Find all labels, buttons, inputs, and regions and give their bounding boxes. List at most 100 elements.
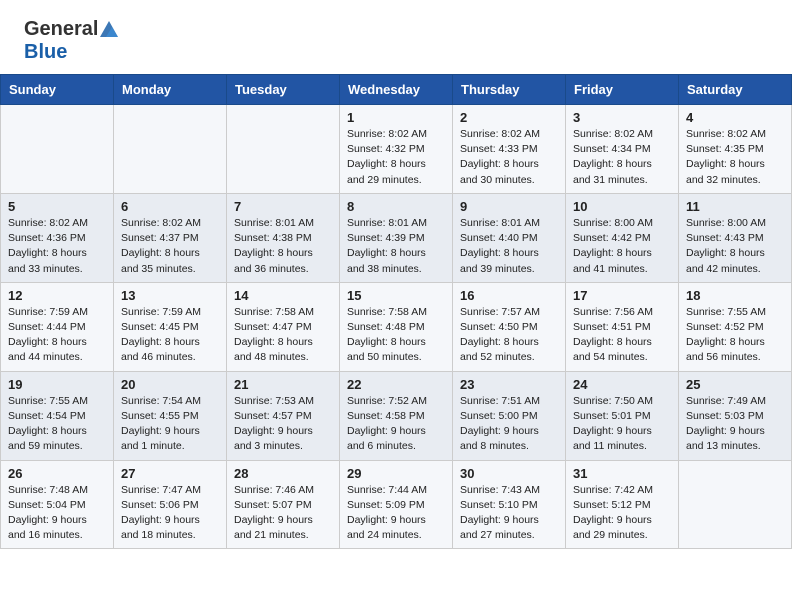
calendar-cell: 23Sunrise: 7:51 AMSunset: 5:00 PMDayligh… bbox=[453, 371, 566, 460]
day-number: 25 bbox=[686, 377, 784, 392]
day-number: 9 bbox=[460, 199, 558, 214]
calendar-cell: 16Sunrise: 7:57 AMSunset: 4:50 PMDayligh… bbox=[453, 282, 566, 371]
day-detail: Sunrise: 8:02 AMSunset: 4:37 PMDaylight:… bbox=[121, 216, 219, 277]
calendar-cell: 6 Sunrise: 8:02 AMSunset: 4:37 PMDaylight… bbox=[114, 193, 227, 282]
day-number: 18 bbox=[686, 288, 784, 303]
day-number: 7 bbox=[234, 199, 332, 214]
day-number: 28 bbox=[234, 466, 332, 481]
day-detail: Sunrise: 7:47 AMSunset: 5:06 PMDaylight:… bbox=[121, 483, 219, 544]
day-detail: Sunrise: 7:43 AMSunset: 5:10 PMDaylight:… bbox=[460, 483, 558, 544]
weekday-wednesday: Wednesday bbox=[340, 75, 453, 105]
calendar-cell: 9 Sunrise: 8:01 AMSunset: 4:40 PMDaylight… bbox=[453, 193, 566, 282]
day-number: 30 bbox=[460, 466, 558, 481]
day-number: 6 bbox=[121, 199, 219, 214]
calendar-cell: 5Sunrise: 8:02 AMSunset: 4:36 PMDaylight… bbox=[1, 193, 114, 282]
day-detail: Sunrise: 8:01 AMSunset: 4:38 PMDaylight:… bbox=[234, 216, 332, 277]
week-row-3: 12 Sunrise: 7:59 AMSunset: 4:44 PMDayligh… bbox=[1, 282, 792, 371]
day-number: 5 bbox=[8, 199, 106, 214]
logo-blue-text: Blue bbox=[24, 41, 67, 63]
page: General Blue SundayMondayTuesdayWednesda… bbox=[0, 0, 792, 612]
calendar-cell: 24 Sunrise: 7:50 AMSunset: 5:01 PMDayligh… bbox=[566, 371, 679, 460]
day-number: 15 bbox=[347, 288, 445, 303]
day-detail: Sunrise: 7:50 AMSunset: 5:01 PMDaylight:… bbox=[573, 394, 671, 455]
weekday-saturday: Saturday bbox=[679, 75, 792, 105]
calendar-cell: 14 Sunrise: 7:58 AMSunset: 4:47 PMDayligh… bbox=[227, 282, 340, 371]
day-detail: Sunrise: 8:00 AMSunset: 4:42 PMDaylight:… bbox=[573, 216, 671, 277]
calendar-cell: 4 Sunrise: 8:02 AMSunset: 4:35 PMDaylight… bbox=[679, 105, 792, 194]
calendar-cell: 8Sunrise: 8:01 AMSunset: 4:39 PMDaylight… bbox=[340, 193, 453, 282]
day-number: 27 bbox=[121, 466, 219, 481]
weekday-tuesday: Tuesday bbox=[227, 75, 340, 105]
day-number: 13 bbox=[121, 288, 219, 303]
day-detail: Sunrise: 7:56 AMSunset: 4:51 PMDaylight:… bbox=[573, 305, 671, 366]
calendar-cell: 29Sunrise: 7:44 AMSunset: 5:09 PMDayligh… bbox=[340, 460, 453, 549]
day-detail: Sunrise: 8:02 AMSunset: 4:32 PMDaylight:… bbox=[347, 127, 445, 188]
calendar-cell: 15Sunrise: 7:58 AMSunset: 4:48 PMDayligh… bbox=[340, 282, 453, 371]
day-detail: Sunrise: 7:57 AMSunset: 4:50 PMDaylight:… bbox=[460, 305, 558, 366]
day-detail: Sunrise: 8:02 AMSunset: 4:34 PMDaylight:… bbox=[573, 127, 671, 188]
calendar-cell: 12 Sunrise: 7:59 AMSunset: 4:44 PMDayligh… bbox=[1, 282, 114, 371]
day-detail: Sunrise: 7:42 AMSunset: 5:12 PMDaylight:… bbox=[573, 483, 671, 544]
calendar-cell: 26 Sunrise: 7:48 AMSunset: 5:04 PMDayligh… bbox=[1, 460, 114, 549]
day-detail: Sunrise: 7:55 AMSunset: 4:52 PMDaylight:… bbox=[686, 305, 784, 366]
calendar-cell: 27 Sunrise: 7:47 AMSunset: 5:06 PMDayligh… bbox=[114, 460, 227, 549]
day-detail: Sunrise: 7:59 AMSunset: 4:45 PMDaylight:… bbox=[121, 305, 219, 366]
day-number: 4 bbox=[686, 110, 784, 125]
week-row-4: 19 Sunrise: 7:55 AMSunset: 4:54 PMDayligh… bbox=[1, 371, 792, 460]
day-detail: Sunrise: 8:02 AMSunset: 4:33 PMDaylight:… bbox=[460, 127, 558, 188]
day-detail: Sunrise: 8:00 AMSunset: 4:43 PMDaylight:… bbox=[686, 216, 784, 277]
day-detail: Sunrise: 7:58 AMSunset: 4:47 PMDaylight:… bbox=[234, 305, 332, 366]
calendar-cell: 10 Sunrise: 8:00 AMSunset: 4:42 PMDayligh… bbox=[566, 193, 679, 282]
day-detail: Sunrise: 7:53 AMSunset: 4:57 PMDaylight:… bbox=[234, 394, 332, 455]
calendar-cell: 22Sunrise: 7:52 AMSunset: 4:58 PMDayligh… bbox=[340, 371, 453, 460]
day-detail: Sunrise: 7:54 AMSunset: 4:55 PMDaylight:… bbox=[121, 394, 219, 455]
day-detail: Sunrise: 7:55 AMSunset: 4:54 PMDaylight:… bbox=[8, 394, 106, 455]
day-detail: Sunrise: 7:52 AMSunset: 4:58 PMDaylight:… bbox=[347, 394, 445, 455]
calendar-cell: 20 Sunrise: 7:54 AMSunset: 4:55 PMDayligh… bbox=[114, 371, 227, 460]
day-detail: Sunrise: 8:02 AMSunset: 4:35 PMDaylight:… bbox=[686, 127, 784, 188]
day-number: 26 bbox=[8, 466, 106, 481]
calendar-cell bbox=[1, 105, 114, 194]
calendar-cell: 18 Sunrise: 7:55 AMSunset: 4:52 PMDayligh… bbox=[679, 282, 792, 371]
weekday-monday: Monday bbox=[114, 75, 227, 105]
calendar-cell bbox=[227, 105, 340, 194]
weekday-friday: Friday bbox=[566, 75, 679, 105]
day-detail: Sunrise: 7:51 AMSunset: 5:00 PMDaylight:… bbox=[460, 394, 558, 455]
day-detail: Sunrise: 8:01 AMSunset: 4:40 PMDaylight:… bbox=[460, 216, 558, 277]
calendar-table: SundayMondayTuesdayWednesdayThursdayFrid… bbox=[0, 74, 792, 549]
day-number: 14 bbox=[234, 288, 332, 303]
logo-general-text: General bbox=[24, 18, 98, 41]
day-number: 21 bbox=[234, 377, 332, 392]
calendar-cell: 1Sunrise: 8:02 AMSunset: 4:32 PMDaylight… bbox=[340, 105, 453, 194]
day-number: 24 bbox=[573, 377, 671, 392]
calendar-cell: 28 Sunrise: 7:46 AMSunset: 5:07 PMDayligh… bbox=[227, 460, 340, 549]
calendar-cell: 25Sunrise: 7:49 AMSunset: 5:03 PMDayligh… bbox=[679, 371, 792, 460]
header: General Blue bbox=[0, 0, 792, 74]
weekday-header-row: SundayMondayTuesdayWednesdayThursdayFrid… bbox=[1, 75, 792, 105]
calendar-cell: 7 Sunrise: 8:01 AMSunset: 4:38 PMDaylight… bbox=[227, 193, 340, 282]
calendar-cell bbox=[679, 460, 792, 549]
week-row-1: 1Sunrise: 8:02 AMSunset: 4:32 PMDaylight… bbox=[1, 105, 792, 194]
logo-icon bbox=[98, 19, 120, 41]
day-detail: Sunrise: 7:59 AMSunset: 4:44 PMDaylight:… bbox=[8, 305, 106, 366]
day-number: 29 bbox=[347, 466, 445, 481]
day-number: 11 bbox=[686, 199, 784, 214]
calendar-cell: 13 Sunrise: 7:59 AMSunset: 4:45 PMDayligh… bbox=[114, 282, 227, 371]
calendar-cell: 3 Sunrise: 8:02 AMSunset: 4:34 PMDaylight… bbox=[566, 105, 679, 194]
calendar-cell: 11 Sunrise: 8:00 AMSunset: 4:43 PMDayligh… bbox=[679, 193, 792, 282]
day-number: 19 bbox=[8, 377, 106, 392]
day-number: 12 bbox=[8, 288, 106, 303]
day-detail: Sunrise: 7:46 AMSunset: 5:07 PMDaylight:… bbox=[234, 483, 332, 544]
calendar-cell: 31 Sunrise: 7:42 AMSunset: 5:12 PMDayligh… bbox=[566, 460, 679, 549]
week-row-2: 5Sunrise: 8:02 AMSunset: 4:36 PMDaylight… bbox=[1, 193, 792, 282]
day-number: 8 bbox=[347, 199, 445, 214]
day-number: 10 bbox=[573, 199, 671, 214]
day-number: 3 bbox=[573, 110, 671, 125]
calendar-cell: 30 Sunrise: 7:43 AMSunset: 5:10 PMDayligh… bbox=[453, 460, 566, 549]
day-number: 31 bbox=[573, 466, 671, 481]
weekday-sunday: Sunday bbox=[1, 75, 114, 105]
calendar-cell: 21 Sunrise: 7:53 AMSunset: 4:57 PMDayligh… bbox=[227, 371, 340, 460]
day-number: 20 bbox=[121, 377, 219, 392]
logo: General Blue bbox=[24, 18, 120, 64]
day-detail: Sunrise: 7:48 AMSunset: 5:04 PMDaylight:… bbox=[8, 483, 106, 544]
